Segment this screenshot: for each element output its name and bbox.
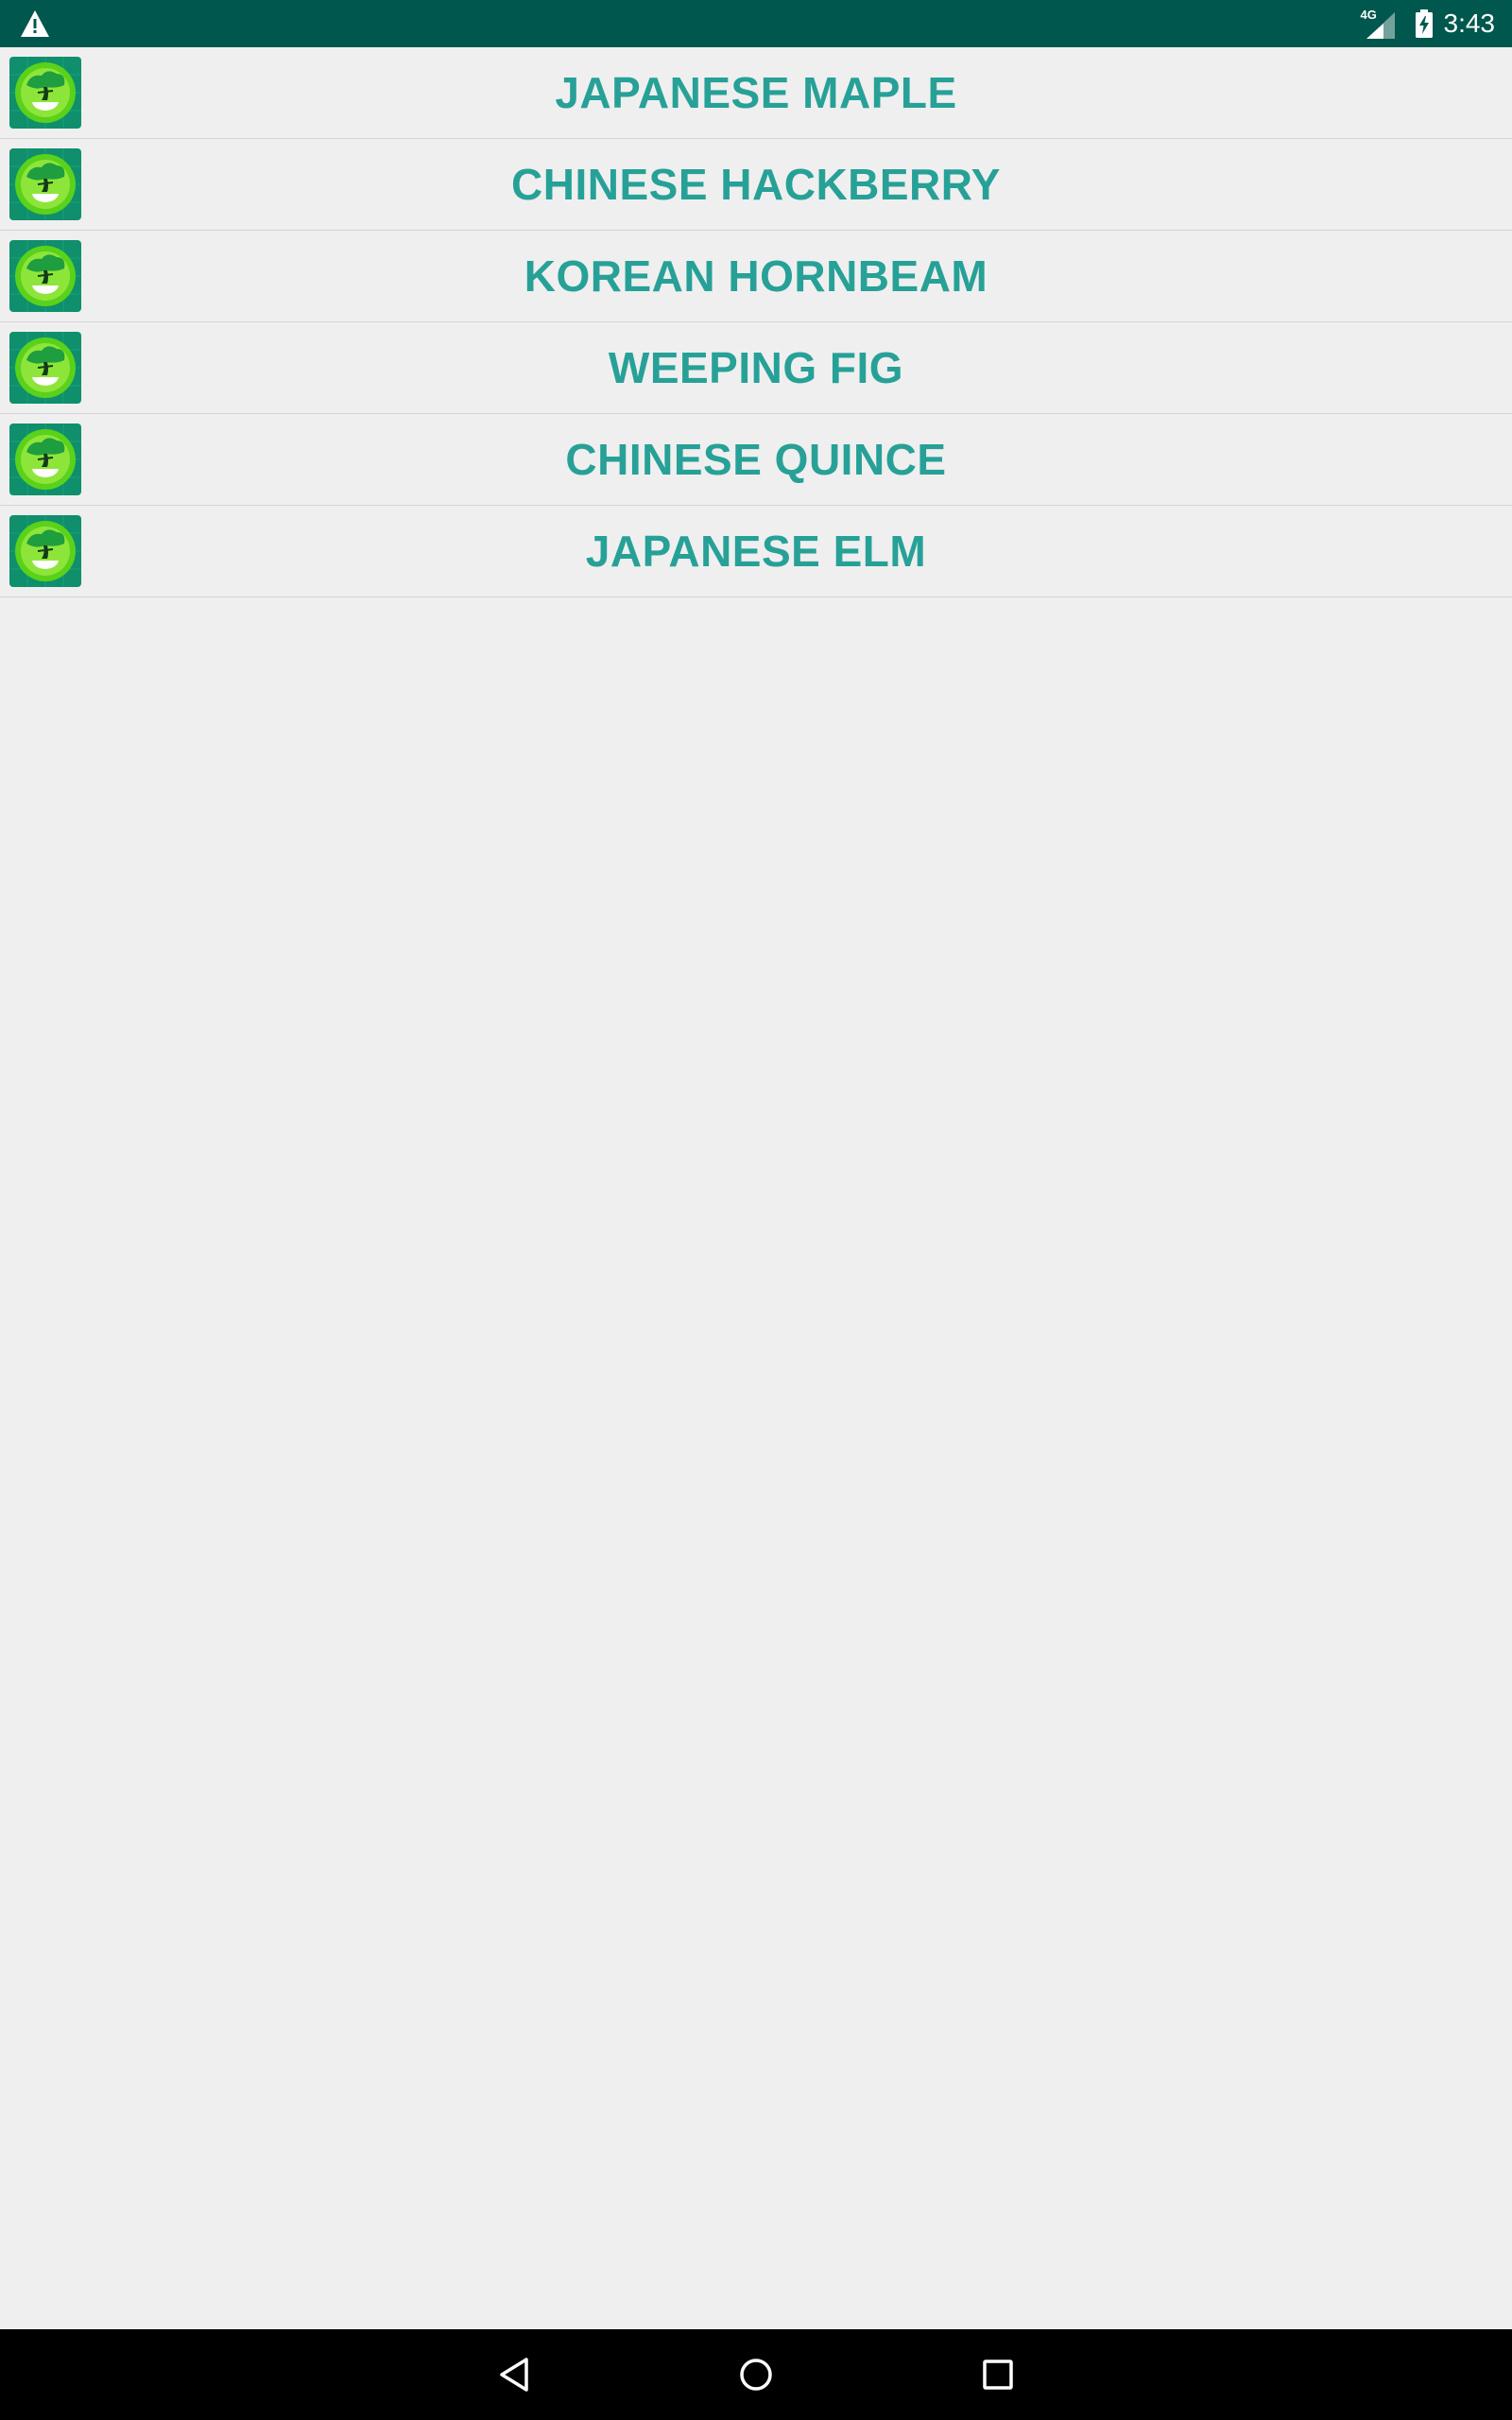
recents-icon[interactable] [979, 2356, 1017, 2394]
warning-icon [21, 10, 49, 37]
clock: 3:43 [1443, 9, 1496, 38]
navigation-bar [0, 2329, 1512, 2420]
bonsai-icon [9, 424, 81, 495]
list-item-label: CHINESE HACKBERRY [511, 160, 1001, 209]
list-item-label: CHINESE QUINCE [565, 435, 947, 484]
home-icon[interactable] [737, 2356, 775, 2394]
battery-charging-icon [1415, 9, 1433, 38]
list-item-label: JAPANESE ELM [585, 527, 927, 576]
plant-list: JAPANESE MAPLE CHINESE HACKBERRY KOREAN … [0, 47, 1512, 597]
back-icon[interactable] [496, 2356, 534, 2394]
list-item-label: WEEPING FIG [608, 343, 904, 392]
list-item-label: KOREAN HORNBEAM [524, 251, 988, 301]
bonsai-icon [9, 515, 81, 587]
list-item[interactable]: WEEPING FIG [0, 322, 1512, 414]
list-item[interactable]: JAPANESE ELM [0, 506, 1512, 597]
list-item[interactable]: CHINESE HACKBERRY [0, 139, 1512, 231]
bonsai-icon [9, 57, 81, 129]
bonsai-icon [9, 240, 81, 312]
list-item[interactable]: JAPANESE MAPLE [0, 47, 1512, 139]
signal-icon [1366, 12, 1395, 39]
status-bar: 4G 3:43 [0, 0, 1512, 47]
list-item[interactable]: KOREAN HORNBEAM [0, 231, 1512, 322]
bonsai-icon [9, 332, 81, 404]
bonsai-icon [9, 148, 81, 220]
list-item[interactable]: CHINESE QUINCE [0, 414, 1512, 506]
list-item-label: JAPANESE MAPLE [555, 68, 957, 117]
